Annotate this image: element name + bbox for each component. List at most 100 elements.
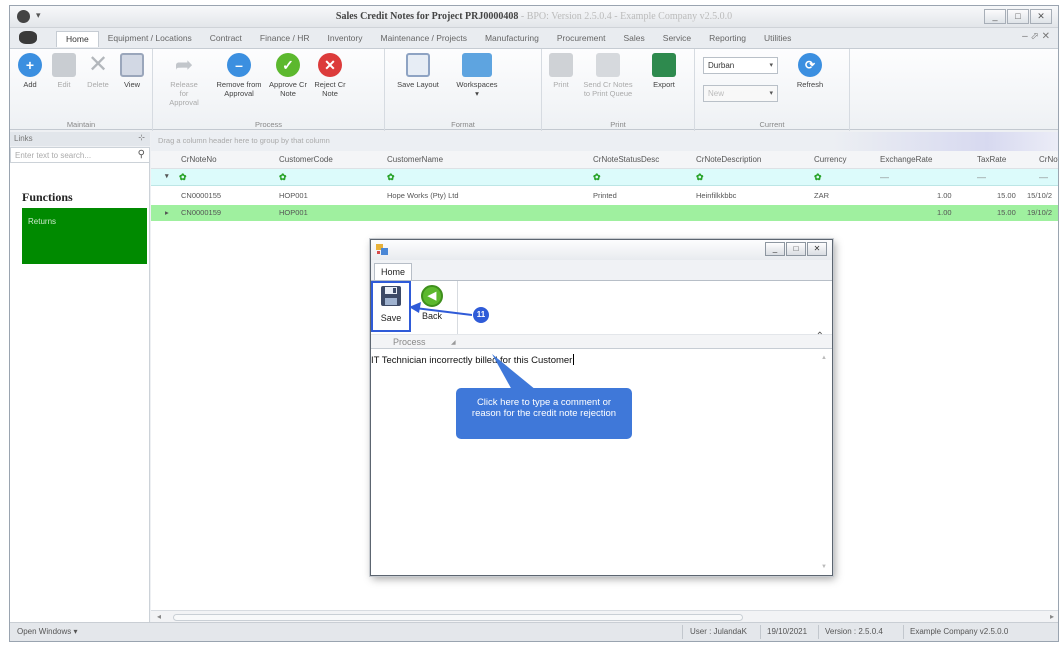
search-icon[interactable]: ⚲ bbox=[138, 149, 145, 160]
dialog-close-button[interactable]: ✕ bbox=[807, 242, 827, 256]
tab-reporting[interactable]: Reporting bbox=[700, 31, 755, 47]
dialog-minimize-button[interactable]: _ bbox=[765, 242, 785, 256]
maximize-button[interactable]: □ bbox=[1007, 9, 1029, 24]
text-caret bbox=[573, 354, 575, 365]
comment-text: IT Technician incorrectly billed for thi… bbox=[371, 355, 573, 366]
returns-tile[interactable]: Returns bbox=[22, 208, 147, 264]
tab-utilities[interactable]: Utilities bbox=[755, 31, 800, 47]
floppy-disk-icon bbox=[381, 286, 401, 306]
edit-button[interactable]: Edit bbox=[50, 53, 78, 89]
add-button[interactable]: + Add bbox=[16, 53, 44, 89]
refresh-icon: ⟳ bbox=[798, 53, 822, 77]
scroll-down-icon[interactable]: ▼ bbox=[821, 564, 827, 570]
filter-icon[interactable]: ✿ bbox=[179, 172, 187, 183]
back-arrow-icon: ◀ bbox=[421, 285, 443, 307]
column-header[interactable]: CrNoteDescription bbox=[696, 155, 761, 164]
filter-dash[interactable]: — bbox=[977, 172, 986, 182]
group-by-area[interactable]: Drag a column header here to group by th… bbox=[151, 132, 1058, 151]
ribbon-group-maintain: + Add Edit ✕ Delete View Maintain bbox=[10, 49, 153, 131]
delete-button[interactable]: ✕ Delete bbox=[83, 51, 113, 90]
filter-icon[interactable]: ✿ bbox=[387, 172, 395, 183]
tab-contract[interactable]: Contract bbox=[201, 31, 251, 47]
tab-sales[interactable]: Sales bbox=[615, 31, 654, 47]
view-icon bbox=[120, 53, 144, 77]
collapse-ribbon-icon[interactable]: ⌃ bbox=[816, 331, 824, 342]
refresh-button[interactable]: ⟳ Refresh bbox=[791, 53, 829, 89]
table-row-selected[interactable]: ▸ CN0000159 HOP001 1.00 15.00 19/10/2 bbox=[151, 205, 1058, 221]
filter-dash[interactable]: — bbox=[880, 172, 889, 182]
tab-procurement[interactable]: Procurement bbox=[548, 31, 615, 47]
filter-icon[interactable]: ✿ bbox=[814, 172, 822, 183]
workspaces-button[interactable]: Workspaces ▾ bbox=[449, 53, 505, 98]
column-header[interactable]: CrNoteI bbox=[1039, 155, 1058, 164]
status-bar: Open Windows ▾ User : JulandaK 19/10/202… bbox=[10, 622, 1058, 641]
group-label-process: Process bbox=[393, 337, 426, 347]
mdi-window-controls[interactable]: – ⬀ ✕ bbox=[1022, 31, 1050, 42]
scroll-up-icon[interactable]: ▲ bbox=[821, 355, 827, 361]
status-dropdown[interactable]: New ▾ bbox=[703, 85, 778, 102]
filter-icon[interactable]: ✿ bbox=[593, 172, 601, 183]
group-label-maintain: Maintain bbox=[66, 120, 96, 129]
ribbon-group-process: ➦ Release for Approval – Remove from App… bbox=[153, 49, 385, 131]
row-indicator-icon: ▸ bbox=[165, 208, 169, 217]
ribbon-tabs: Home Equipment / Locations Contract Fina… bbox=[10, 28, 1058, 48]
links-search-input[interactable]: Enter text to search... ⚲ bbox=[10, 147, 150, 163]
save-button[interactable]: Save bbox=[377, 285, 405, 323]
arrow-forward-icon: ➦ bbox=[174, 52, 194, 77]
tab-maintenance-projects[interactable]: Maintenance / Projects bbox=[372, 31, 476, 47]
print-button[interactable]: Print bbox=[548, 53, 574, 89]
filter-row: ▾ ✿ ✿ ✿ ✿ ✿ ✿ — — — bbox=[151, 169, 1058, 186]
scroll-right-icon[interactable]: ▸ bbox=[1050, 612, 1054, 621]
pin-icon[interactable]: ⊹ bbox=[138, 133, 145, 142]
close-button[interactable]: ✕ bbox=[1030, 9, 1052, 24]
save-layout-button[interactable]: Save Layout bbox=[393, 53, 443, 89]
column-header[interactable]: CustomerCode bbox=[279, 155, 333, 164]
tab-equipment-locations[interactable]: Equipment / Locations bbox=[99, 31, 201, 47]
dialog-tab-home[interactable]: Home bbox=[374, 263, 413, 281]
column-header[interactable]: CrNoteStatusDesc bbox=[593, 155, 659, 164]
filter-dash[interactable]: — bbox=[1039, 172, 1048, 182]
view-button[interactable]: View bbox=[118, 53, 146, 89]
column-header[interactable]: TaxRate bbox=[977, 155, 1006, 164]
dialog-group-process: Save ◀ Back bbox=[371, 281, 458, 335]
column-header[interactable]: CrNoteNo bbox=[181, 155, 217, 164]
tab-home[interactable]: Home bbox=[56, 31, 99, 47]
filter-icon[interactable]: ✿ bbox=[279, 172, 287, 183]
open-windows-menu[interactable]: Open Windows ▾ bbox=[17, 627, 77, 636]
send-to-print-queue-button[interactable]: Send Cr Notes to Print Queue bbox=[580, 53, 636, 98]
remove-from-approval-button[interactable]: – Remove from Approval bbox=[216, 53, 262, 98]
filter-icon[interactable]: ✿ bbox=[696, 172, 704, 183]
group-label-format: Format bbox=[451, 120, 475, 129]
column-header[interactable]: ExchangeRate bbox=[880, 155, 932, 164]
column-header[interactable]: CustomerName bbox=[387, 155, 443, 164]
delete-x-icon: ✕ bbox=[87, 51, 109, 78]
export-button[interactable]: Export bbox=[647, 53, 681, 89]
tab-service[interactable]: Service bbox=[654, 31, 700, 47]
tab-inventory[interactable]: Inventory bbox=[319, 31, 372, 47]
ribbon-group-current: Durban ▾ New ▾ ⟳ Refresh Current bbox=[695, 49, 850, 131]
app-menu-icon[interactable] bbox=[19, 31, 37, 44]
ribbon-group-print: Print Send Cr Notes to Print Queue Expor… bbox=[542, 49, 695, 131]
tab-manufacturing[interactable]: Manufacturing bbox=[476, 31, 548, 47]
dialog-launcher-icon[interactable]: ◢ bbox=[451, 339, 456, 346]
site-dropdown[interactable]: Durban ▾ bbox=[703, 57, 778, 74]
ribbon: + Add Edit ✕ Delete View Maintain ➦ Rele… bbox=[10, 48, 1058, 131]
column-header[interactable]: Currency bbox=[814, 155, 846, 164]
add-icon: + bbox=[18, 53, 42, 77]
tab-finance-hr[interactable]: Finance / HR bbox=[251, 31, 319, 47]
dialog-maximize-button[interactable]: □ bbox=[786, 242, 806, 256]
functions-heading: Functions bbox=[22, 190, 73, 204]
release-for-approval-button[interactable]: ➦ Release for Approval bbox=[165, 52, 203, 108]
table-row[interactable]: CN0000155 HOP001 Hope Works (Pty) Ltd Pr… bbox=[151, 188, 1058, 204]
dialog-process-label-bar: Process ◢ ⌃ bbox=[371, 331, 832, 349]
dialog-app-icon bbox=[376, 244, 388, 255]
scroll-left-icon[interactable]: ◂ bbox=[157, 612, 161, 621]
approve-cr-note-button[interactable]: ✓ Approve Cr Note bbox=[269, 53, 307, 98]
scrollbar-thumb[interactable] bbox=[173, 614, 743, 621]
reject-cr-note-button[interactable]: ✕ Reject Cr Note bbox=[313, 53, 347, 98]
back-button[interactable]: ◀ Back bbox=[418, 285, 446, 321]
remove-icon: – bbox=[227, 53, 251, 77]
comment-text-area[interactable]: IT Technician incorrectly billed for thi… bbox=[371, 350, 832, 575]
minimize-button[interactable]: _ bbox=[984, 9, 1006, 24]
reject-x-icon: ✕ bbox=[318, 53, 342, 77]
